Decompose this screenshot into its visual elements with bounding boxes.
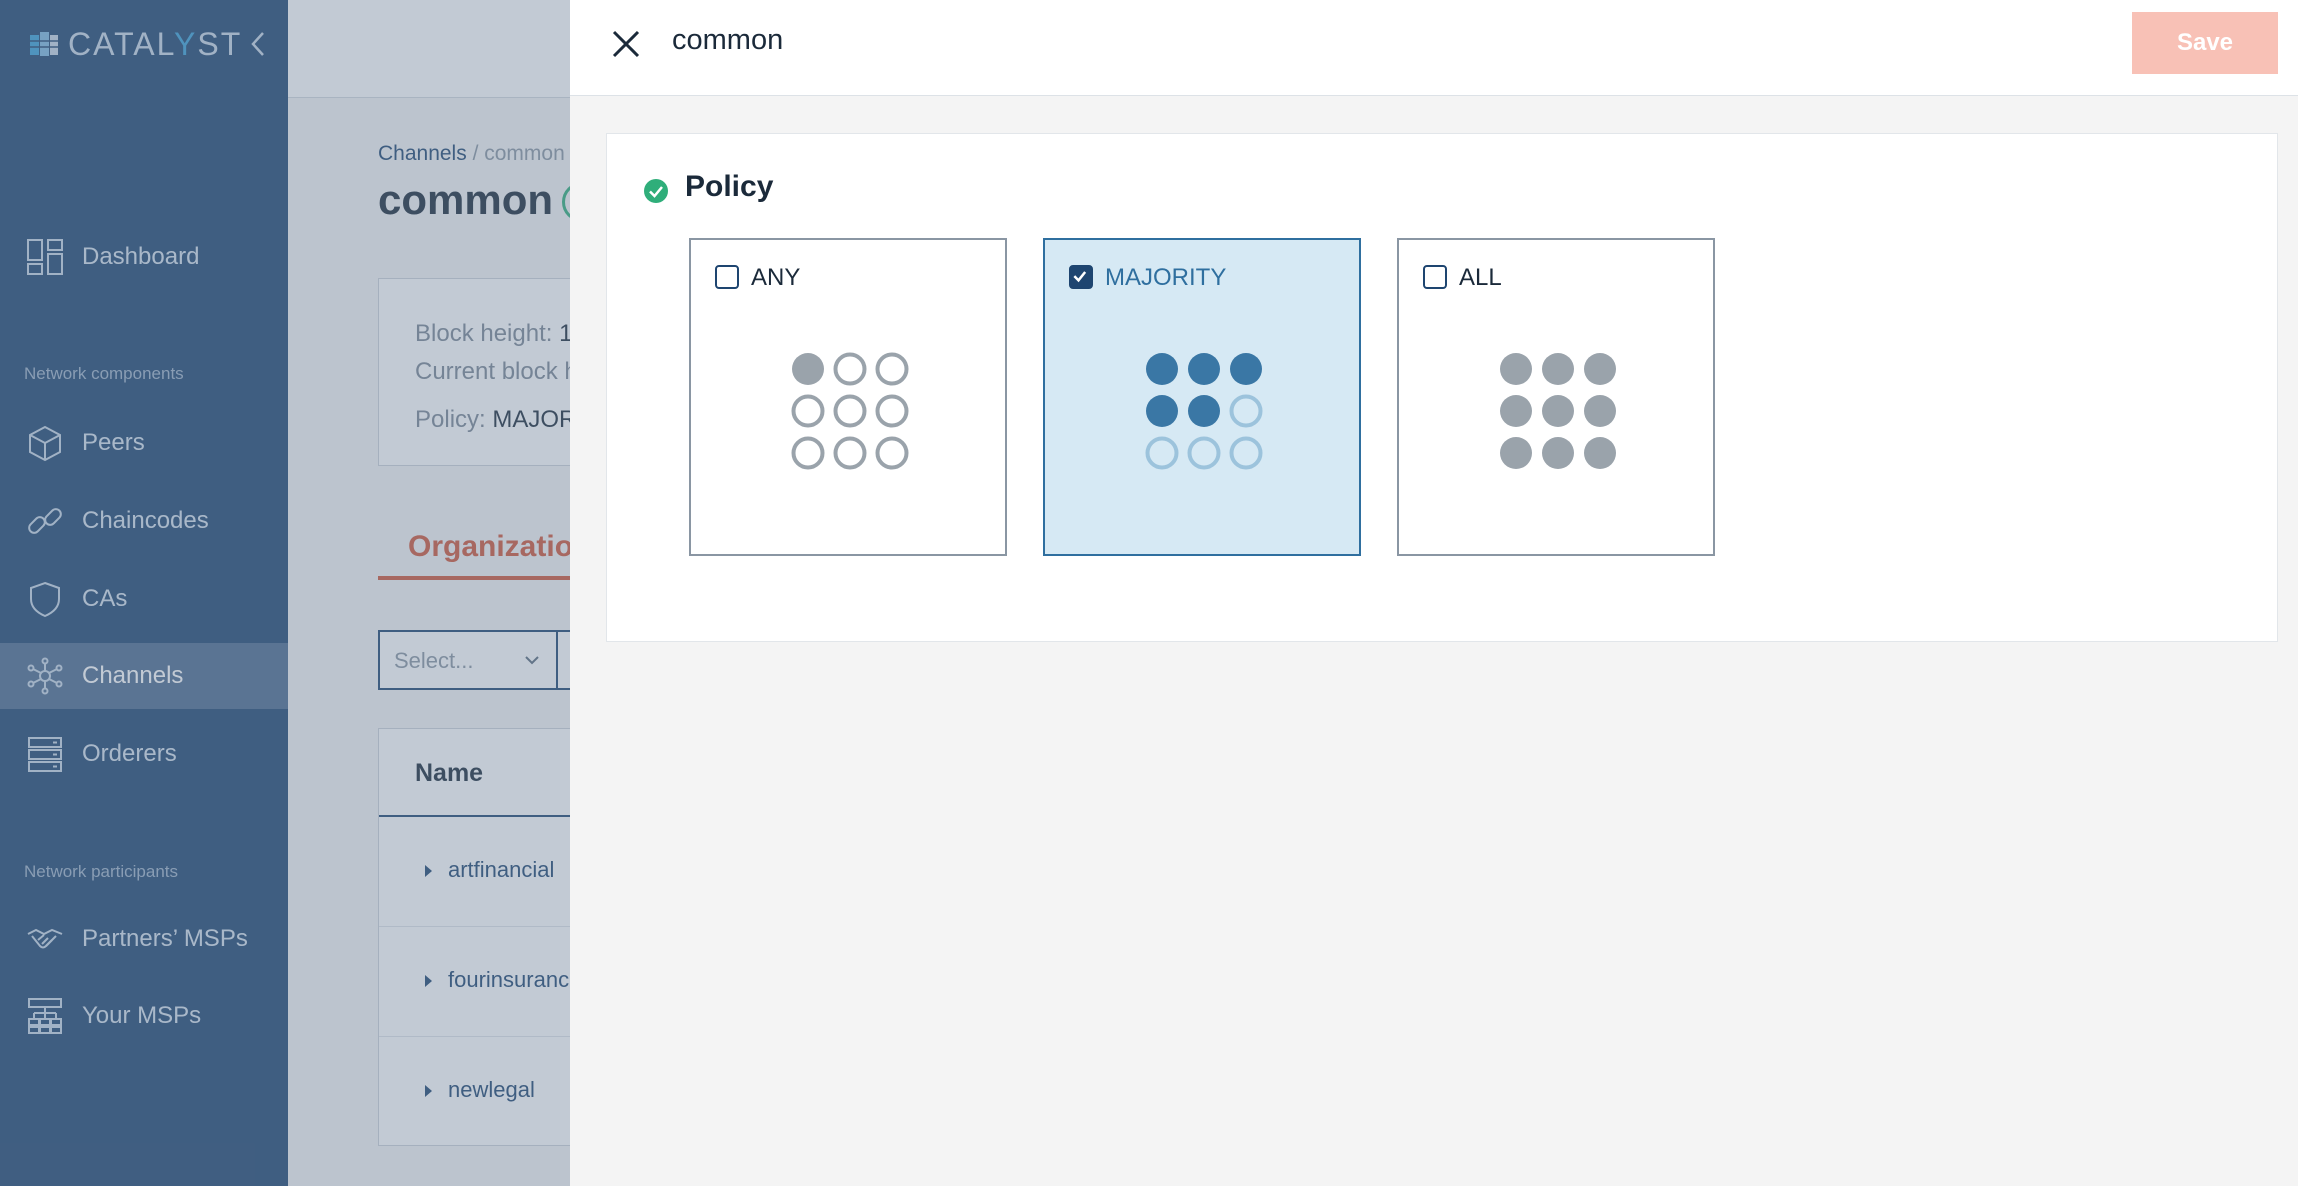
- policy-option-label: MAJORITY: [1105, 264, 1227, 291]
- policy-option-label: ANY: [751, 264, 801, 291]
- policy-any-dots-icon: [791, 352, 909, 470]
- policy-all-dots-icon: [1500, 353, 1616, 469]
- check-circle-icon: [644, 179, 668, 203]
- policy-option-all[interactable]: ALL: [1397, 238, 1715, 556]
- panel-title: common: [672, 24, 784, 56]
- policy-majority-dots-icon: [1145, 353, 1263, 470]
- policy-edit-panel: common Save Policy ANY MAJORITY ALL: [570, 0, 2298, 1186]
- panel-header: common Save: [570, 0, 2298, 96]
- save-button[interactable]: Save: [2132, 12, 2278, 74]
- policy-option-label: ALL: [1459, 264, 1502, 291]
- checkbox[interactable]: [1069, 265, 1093, 289]
- checkbox[interactable]: [1423, 265, 1447, 289]
- policy-title: Policy: [685, 170, 774, 203]
- policy-option-majority[interactable]: MAJORITY: [1043, 238, 1361, 556]
- checkbox[interactable]: [715, 265, 739, 289]
- close-icon[interactable]: [606, 24, 646, 64]
- policy-option-any[interactable]: ANY: [689, 238, 1007, 556]
- checkmark-icon: [1073, 271, 1087, 283]
- policy-card: Policy ANY MAJORITY ALL: [606, 133, 2278, 642]
